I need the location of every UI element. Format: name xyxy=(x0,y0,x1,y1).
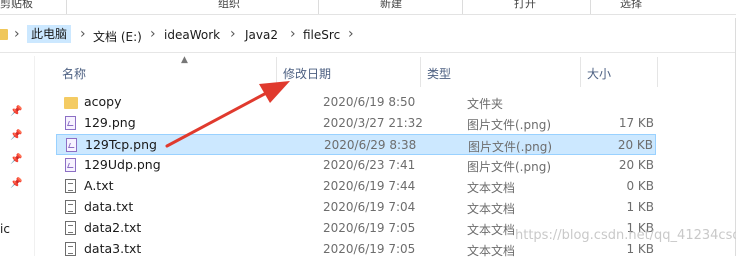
nav-pane-divider[interactable] xyxy=(34,56,35,256)
txt-file-icon xyxy=(65,200,76,214)
file-name: data3.txt xyxy=(84,241,142,256)
file-type: 文本文档 xyxy=(467,181,516,195)
file-modified-date: 2020/6/23 7:41 xyxy=(323,158,416,172)
file-size: 17 KB xyxy=(618,116,654,130)
ribbon-separator xyxy=(318,0,319,14)
file-size: 20 KB xyxy=(618,158,654,172)
file-type: 图片文件(.png) xyxy=(467,118,552,132)
chevron-right-icon[interactable]: › xyxy=(290,26,296,42)
ribbon-group-select: 选择 xyxy=(620,0,642,10)
sort-ascending-icon: ▲ xyxy=(181,55,188,65)
file-name: 129Tcp.png xyxy=(85,137,157,152)
file-modified-date: 2020/6/29 8:38 xyxy=(324,138,417,152)
breadcrumb-drive-e[interactable]: 文档 (E:) xyxy=(93,28,142,45)
png-file-icon xyxy=(65,158,76,172)
txt-file-icon xyxy=(65,221,76,235)
file-type: 文本文档 xyxy=(467,223,516,237)
file-name: data2.txt xyxy=(84,220,142,235)
breadcrumb-ideawork[interactable]: ideaWork xyxy=(164,28,220,42)
column-divider[interactable] xyxy=(420,57,421,87)
folder-icon xyxy=(0,29,8,40)
file-modified-date: 2020/6/19 7:04 xyxy=(323,200,416,214)
pin-icon[interactable]: 📌 xyxy=(10,130,22,141)
ribbon-group-labels: 剪贴板 组织 新建 打开 选择 xyxy=(0,0,736,15)
file-name: 129Udp.png xyxy=(84,157,161,172)
column-divider[interactable] xyxy=(276,57,277,87)
txt-file-icon xyxy=(65,179,76,193)
file-size: 0 KB xyxy=(626,179,654,193)
file-type: 文本文档 xyxy=(467,202,516,216)
pin-icon[interactable]: 📌 xyxy=(10,178,22,189)
pin-icon[interactable]: 📌 xyxy=(10,154,22,165)
file-modified-date: 2020/6/19 7:05 xyxy=(323,242,416,256)
file-modified-date: 2020/6/19 8:50 xyxy=(323,95,416,109)
column-divider[interactable] xyxy=(657,57,658,87)
column-header-name[interactable]: 名称 xyxy=(62,65,86,82)
txt-file-icon xyxy=(65,242,76,256)
folder-icon xyxy=(64,97,78,109)
navigation-pane[interactable]: 📌 📌 📌 📌 ic xyxy=(0,56,40,256)
file-type: 文件夹 xyxy=(467,97,504,111)
file-type: 文本文档 xyxy=(467,244,516,258)
ribbon-group-open: 打开 xyxy=(514,0,536,10)
breadcrumb-this-pc[interactable]: 此电脑 xyxy=(27,25,72,43)
png-file-icon xyxy=(65,116,76,130)
file-name: A.txt xyxy=(84,178,114,193)
file-row[interactable]: 129Tcp.png 2020/6/29 8:38 图片文件(.png) 20 KB xyxy=(56,134,656,155)
file-row[interactable]: 129Udp.png 2020/6/23 7:41 图片文件(.png) 20 KB xyxy=(56,155,656,176)
file-modified-date: 2020/6/19 7:05 xyxy=(323,221,416,235)
file-type: 图片文件(.png) xyxy=(468,140,553,154)
file-type: 图片文件(.png) xyxy=(467,160,552,174)
watermark: https://blog.csdn.net/qq_41234csdn xyxy=(515,228,736,243)
ribbon-separator xyxy=(66,0,67,14)
chevron-right-icon[interactable]: › xyxy=(230,26,236,42)
file-size: 1 KB xyxy=(626,242,654,256)
column-header-date[interactable]: 修改日期 xyxy=(283,65,331,82)
column-header-size[interactable]: 大小 xyxy=(587,65,611,82)
chevron-right-icon[interactable]: › xyxy=(14,26,20,42)
file-size: 20 KB xyxy=(617,138,653,152)
file-row[interactable]: A.txt 2020/6/19 7:44 文本文档 0 KB xyxy=(56,176,656,197)
chevron-right-icon[interactable]: › xyxy=(348,26,354,42)
file-row[interactable]: acopy 2020/6/19 8:50 文件夹 xyxy=(56,92,656,113)
file-name: 129.png xyxy=(84,115,136,130)
address-bar[interactable]: › 此电脑 › 文档 (E:) › ideaWork › Java2 › fil… xyxy=(0,18,735,53)
breadcrumb-filesrc[interactable]: fileSrc xyxy=(303,28,340,42)
column-divider[interactable] xyxy=(580,57,581,87)
file-row[interactable]: 129.png 2020/3/27 21:32 图片文件(.png) 17 KB xyxy=(56,113,656,134)
column-header-type[interactable]: 类型 xyxy=(427,65,451,82)
png-file-icon xyxy=(66,138,77,152)
file-name: acopy xyxy=(84,94,122,109)
nav-item-truncated-label[interactable]: ic xyxy=(0,222,10,236)
ribbon-group-new: 新建 xyxy=(380,0,402,10)
breadcrumb-java2[interactable]: Java2 xyxy=(245,28,278,42)
ribbon-group-clipboard: 剪贴板 xyxy=(0,0,33,10)
pin-icon[interactable]: 📌 xyxy=(10,106,22,117)
column-headers: ▲ 名称 修改日期 类型 大小 xyxy=(40,55,736,87)
file-modified-date: 2020/3/27 21:32 xyxy=(323,116,423,130)
ribbon-separator xyxy=(462,0,463,14)
file-size: 1 KB xyxy=(626,200,654,214)
ribbon-separator xyxy=(590,0,591,14)
file-row[interactable]: data.txt 2020/6/19 7:04 文本文档 1 KB xyxy=(56,197,656,218)
ribbon-group-organize: 组织 xyxy=(218,0,240,10)
chevron-right-icon[interactable]: › xyxy=(150,26,156,42)
chevron-right-icon[interactable]: › xyxy=(80,26,86,42)
file-modified-date: 2020/6/19 7:44 xyxy=(323,179,416,193)
file-name: data.txt xyxy=(84,199,134,214)
